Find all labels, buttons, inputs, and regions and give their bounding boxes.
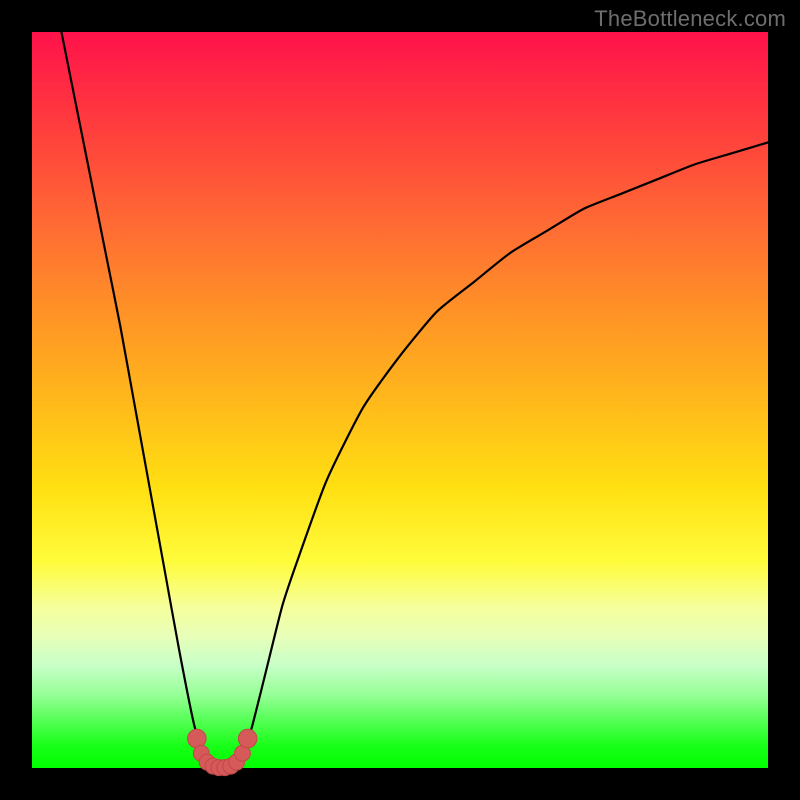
plot-area <box>32 32 768 768</box>
curve-group <box>61 32 768 768</box>
watermark-text: TheBottleneck.com <box>594 6 786 32</box>
valley-marker <box>238 729 257 748</box>
curve-svg <box>32 32 768 768</box>
marker-group <box>188 729 257 775</box>
valley-marker <box>188 729 207 748</box>
bottleneck-curve <box>61 32 768 768</box>
outer-frame: TheBottleneck.com <box>0 0 800 800</box>
